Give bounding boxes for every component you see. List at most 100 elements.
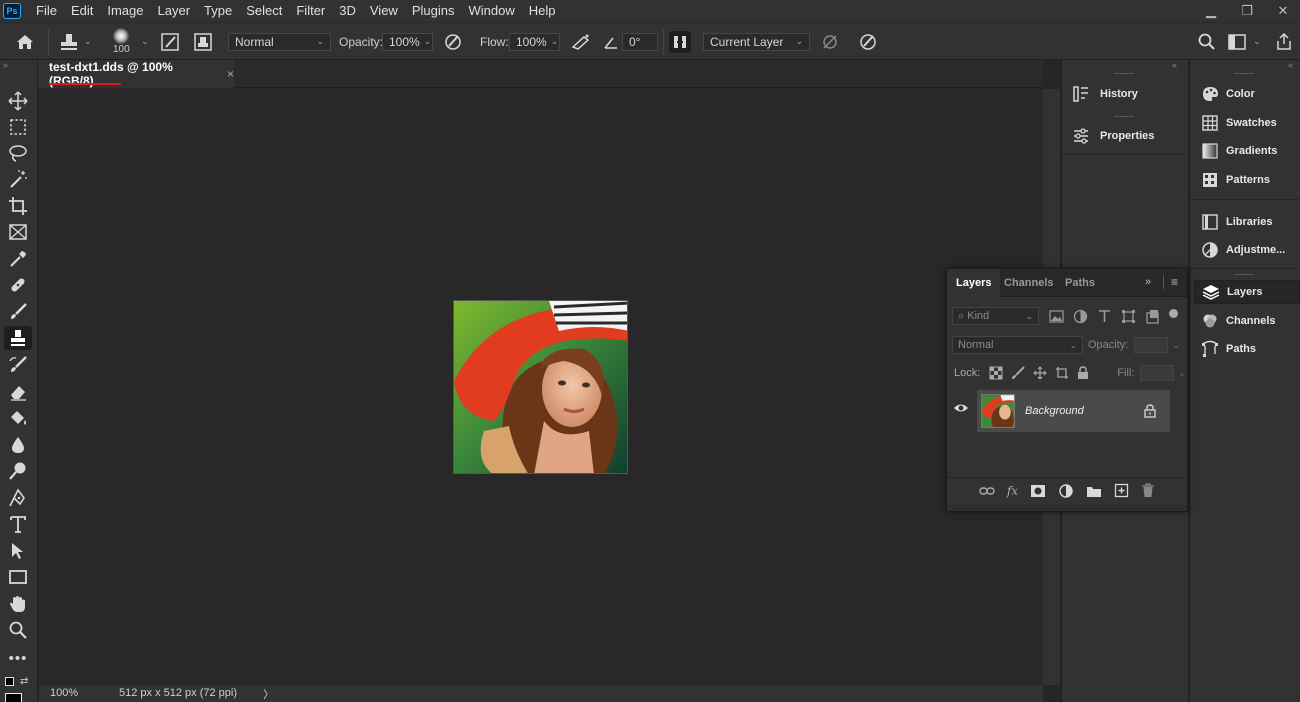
eraser-tool[interactable] — [6, 380, 30, 404]
filter-kind-select[interactable]: ⌕ Kind ⌄ — [952, 307, 1039, 325]
menu-window[interactable]: Window — [461, 0, 521, 22]
layer-opacity-field[interactable] — [1134, 337, 1169, 353]
type-layer-filter-icon[interactable] — [1097, 309, 1112, 324]
collapse-toolbar-icon[interactable]: » — [3, 60, 8, 70]
lock-image-pixels-icon[interactable] — [1011, 366, 1026, 380]
magic-wand-tool[interactable] — [6, 167, 30, 191]
search-button[interactable] — [1197, 23, 1217, 60]
frame-tool[interactable] — [6, 220, 30, 244]
ignore-adjustment-layers-button[interactable] — [820, 23, 840, 60]
resize-grip[interactable] — [947, 505, 1187, 511]
pen-tool[interactable] — [6, 486, 30, 510]
zoom-level[interactable]: 100% — [50, 687, 78, 699]
history-panel-button[interactable]: History — [1062, 74, 1188, 114]
layer-row-background[interactable]: Background — [977, 390, 1170, 432]
link-layers-icon[interactable] — [979, 484, 995, 498]
dodge-tool[interactable] — [6, 459, 30, 483]
eyedropper-tool[interactable] — [6, 247, 30, 271]
document-tab[interactable]: test-dxt1.dds @ 100% (RGB/8) × — [38, 60, 234, 88]
brush-settings-button[interactable] — [160, 23, 182, 60]
tab-layers[interactable]: Layers — [947, 269, 1001, 298]
flow-field[interactable]: 100% ⌄ — [509, 32, 560, 51]
chevron-down-icon[interactable]: ⌄ — [1172, 340, 1180, 351]
pressure-size-button[interactable] — [858, 23, 878, 60]
filter-toggle-icon[interactable] — [1169, 308, 1178, 318]
history-brush-tool[interactable] — [6, 353, 30, 377]
menu-layer[interactable]: Layer — [151, 0, 198, 22]
menu-image[interactable]: Image — [100, 0, 150, 22]
zoom-tool[interactable] — [6, 618, 30, 642]
type-tool[interactable] — [6, 512, 30, 536]
pressure-opacity-button[interactable] — [443, 23, 463, 60]
patterns-panel-button[interactable]: Patterns — [1194, 168, 1300, 192]
path-selection-tool[interactable] — [6, 539, 30, 563]
channels-panel-button[interactable]: Channels — [1194, 309, 1300, 333]
clone-source-button[interactable] — [193, 23, 215, 60]
smart-object-filter-icon[interactable] — [1145, 309, 1160, 324]
menu-help[interactable]: Help — [522, 0, 563, 22]
color-swatches[interactable]: ⇄ — [3, 675, 35, 702]
libraries-panel-button[interactable]: Libraries — [1194, 210, 1300, 234]
lock-position-icon[interactable] — [1033, 366, 1047, 380]
fx-icon[interactable]: fx — [1007, 484, 1018, 498]
document-image[interactable] — [453, 300, 628, 474]
crop-tool[interactable] — [6, 194, 30, 218]
menu-type[interactable]: Type — [197, 0, 239, 22]
menu-filter[interactable]: Filter — [289, 0, 332, 22]
new-layer-icon[interactable] — [1114, 483, 1129, 498]
opacity-field[interactable]: 100% ⌄ — [382, 32, 433, 51]
shape-layer-filter-icon[interactable] — [1121, 309, 1136, 324]
layers-panel-button[interactable]: Layers — [1194, 280, 1300, 304]
airbrush-button[interactable] — [570, 23, 592, 60]
delete-layer-trash-icon[interactable] — [1141, 483, 1155, 498]
edit-toolbar-button[interactable]: ••• — [6, 646, 30, 670]
menu-3d[interactable]: 3D — [332, 0, 363, 22]
sample-select[interactable]: Current Layer ⌄ — [703, 32, 810, 51]
aligned-button[interactable] — [669, 23, 691, 60]
color-panel-button[interactable]: Color — [1194, 82, 1300, 106]
clone-stamp-tool[interactable] — [4, 326, 32, 350]
collapse-panels-icon[interactable]: « — [1172, 60, 1177, 70]
panel-menu-icon[interactable]: ≡ — [1171, 275, 1178, 289]
lasso-tool[interactable] — [6, 141, 30, 165]
lock-artboard-icon[interactable] — [1055, 366, 1069, 380]
swatches-panel-button[interactable]: Swatches — [1194, 111, 1300, 135]
brush-size-picker[interactable]: 100 — [113, 23, 130, 60]
collapse-panels-icon[interactable]: « — [1288, 60, 1293, 70]
hand-tool[interactable] — [6, 592, 30, 616]
blend-mode-select[interactable]: Normal ⌄ — [228, 32, 331, 51]
restore-icon[interactable]: ❐ — [1238, 3, 1256, 19]
menu-plugins[interactable]: Plugins — [405, 0, 462, 22]
collapse-panel-icon[interactable]: » — [1145, 276, 1151, 288]
menu-select[interactable]: Select — [239, 0, 289, 22]
move-tool[interactable] — [6, 89, 30, 113]
layer-blend-mode-select[interactable]: Normal ⌄ — [952, 336, 1083, 354]
brush-tool[interactable] — [6, 300, 30, 324]
tab-channels[interactable]: Channels — [995, 269, 1063, 297]
rectangle-tool[interactable] — [6, 565, 30, 589]
adjustment-layer-filter-icon[interactable] — [1073, 309, 1088, 324]
workspace-button[interactable]: ⌄ — [1227, 23, 1261, 60]
marquee-tool[interactable] — [6, 115, 30, 139]
tab-paths[interactable]: Paths — [1056, 269, 1104, 297]
menu-file[interactable]: File — [29, 0, 64, 22]
visibility-eye-icon[interactable] — [953, 401, 969, 415]
lock-all-icon[interactable] — [1077, 366, 1089, 380]
share-button[interactable] — [1274, 23, 1294, 60]
healing-brush-tool[interactable] — [6, 273, 30, 297]
new-adjustment-layer-icon[interactable] — [1058, 483, 1074, 499]
menu-view[interactable]: View — [363, 0, 405, 22]
tool-preset-picker[interactable]: ⌄ — [58, 23, 92, 60]
gradients-panel-button[interactable]: Gradients — [1194, 139, 1300, 163]
pixel-layer-filter-icon[interactable] — [1049, 309, 1064, 323]
close-window-icon[interactable]: ✕ — [1274, 3, 1292, 19]
new-group-folder-icon[interactable] — [1086, 484, 1102, 498]
angle-field[interactable]: 0° — [622, 32, 658, 51]
blur-tool[interactable] — [6, 433, 30, 457]
lock-transparent-pixels-icon[interactable] — [989, 366, 1003, 380]
chevron-down-icon[interactable]: ⌄ — [1178, 368, 1186, 379]
properties-panel-button[interactable]: Properties — [1062, 116, 1188, 156]
menu-edit[interactable]: Edit — [64, 0, 100, 22]
status-menu-arrow-icon[interactable]: 〉 — [263, 686, 274, 702]
close-tab-icon[interactable]: × — [227, 67, 234, 81]
